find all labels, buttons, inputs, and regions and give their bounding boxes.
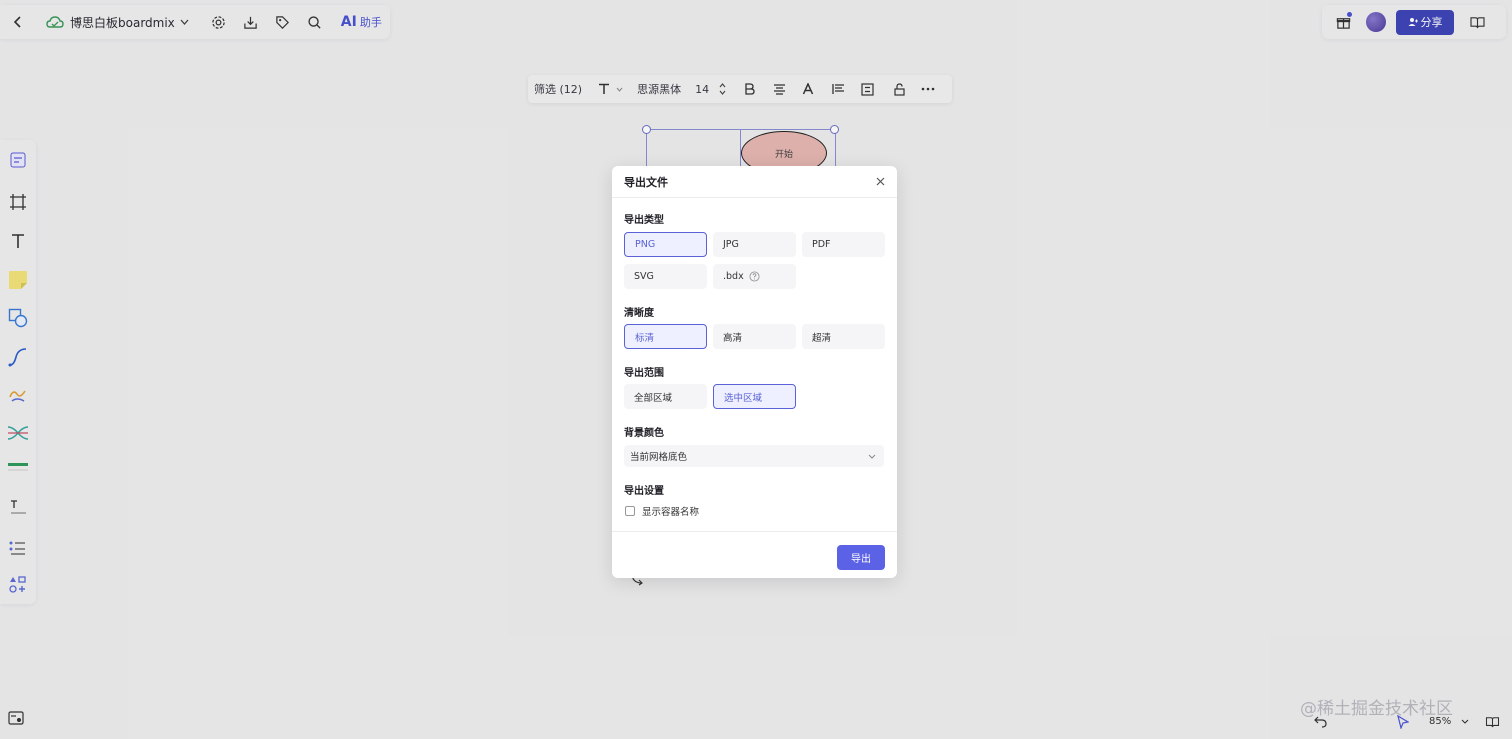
dialog-title: 导出文件 bbox=[624, 175, 668, 189]
dialog-header: 导出文件 bbox=[612, 166, 897, 198]
type-option-pdf[interactable]: PDF bbox=[802, 232, 885, 257]
range-option-selected[interactable]: 选中区域 bbox=[713, 384, 796, 409]
export-button-label: 导出 bbox=[851, 554, 871, 565]
type-option-bdx[interactable]: .bdx bbox=[713, 264, 796, 289]
bg-color-value: 当前网格底色 bbox=[630, 452, 688, 463]
bg-color-select[interactable]: 当前网格底色 bbox=[624, 445, 884, 467]
type-option-jpg[interactable]: JPG bbox=[713, 232, 796, 257]
show-container-name-label: 显示容器名称 bbox=[642, 507, 700, 518]
clarity-label: 清晰度 bbox=[624, 308, 654, 319]
chevron-down-icon bbox=[868, 454, 876, 459]
type-option-svg[interactable]: SVG bbox=[624, 264, 707, 289]
export-settings-label: 导出设置 bbox=[624, 486, 664, 497]
clarity-option-standard[interactable]: 标清 bbox=[624, 324, 707, 349]
type-option-png[interactable]: PNG bbox=[624, 232, 707, 257]
help-circle-icon[interactable] bbox=[749, 271, 760, 282]
show-container-name-checkbox[interactable] bbox=[625, 506, 635, 516]
export-dialog: 导出文件 导出类型 PNG JPG PDF SVG .bdx 清晰度 标清 高清… bbox=[612, 166, 897, 578]
close-button[interactable] bbox=[873, 175, 887, 189]
show-container-name-option[interactable]: 显示容器名称 bbox=[625, 504, 699, 518]
export-type-label: 导出类型 bbox=[624, 215, 664, 226]
export-button[interactable]: 导出 bbox=[837, 545, 885, 570]
clarity-option-ultra[interactable]: 超清 bbox=[802, 324, 885, 349]
clarity-option-high[interactable]: 高清 bbox=[713, 324, 796, 349]
bg-color-label: 背景颜色 bbox=[624, 428, 664, 439]
range-option-all[interactable]: 全部区域 bbox=[624, 384, 707, 409]
range-label: 导出范围 bbox=[624, 368, 664, 379]
close-icon bbox=[876, 177, 884, 186]
dialog-divider bbox=[612, 531, 897, 532]
